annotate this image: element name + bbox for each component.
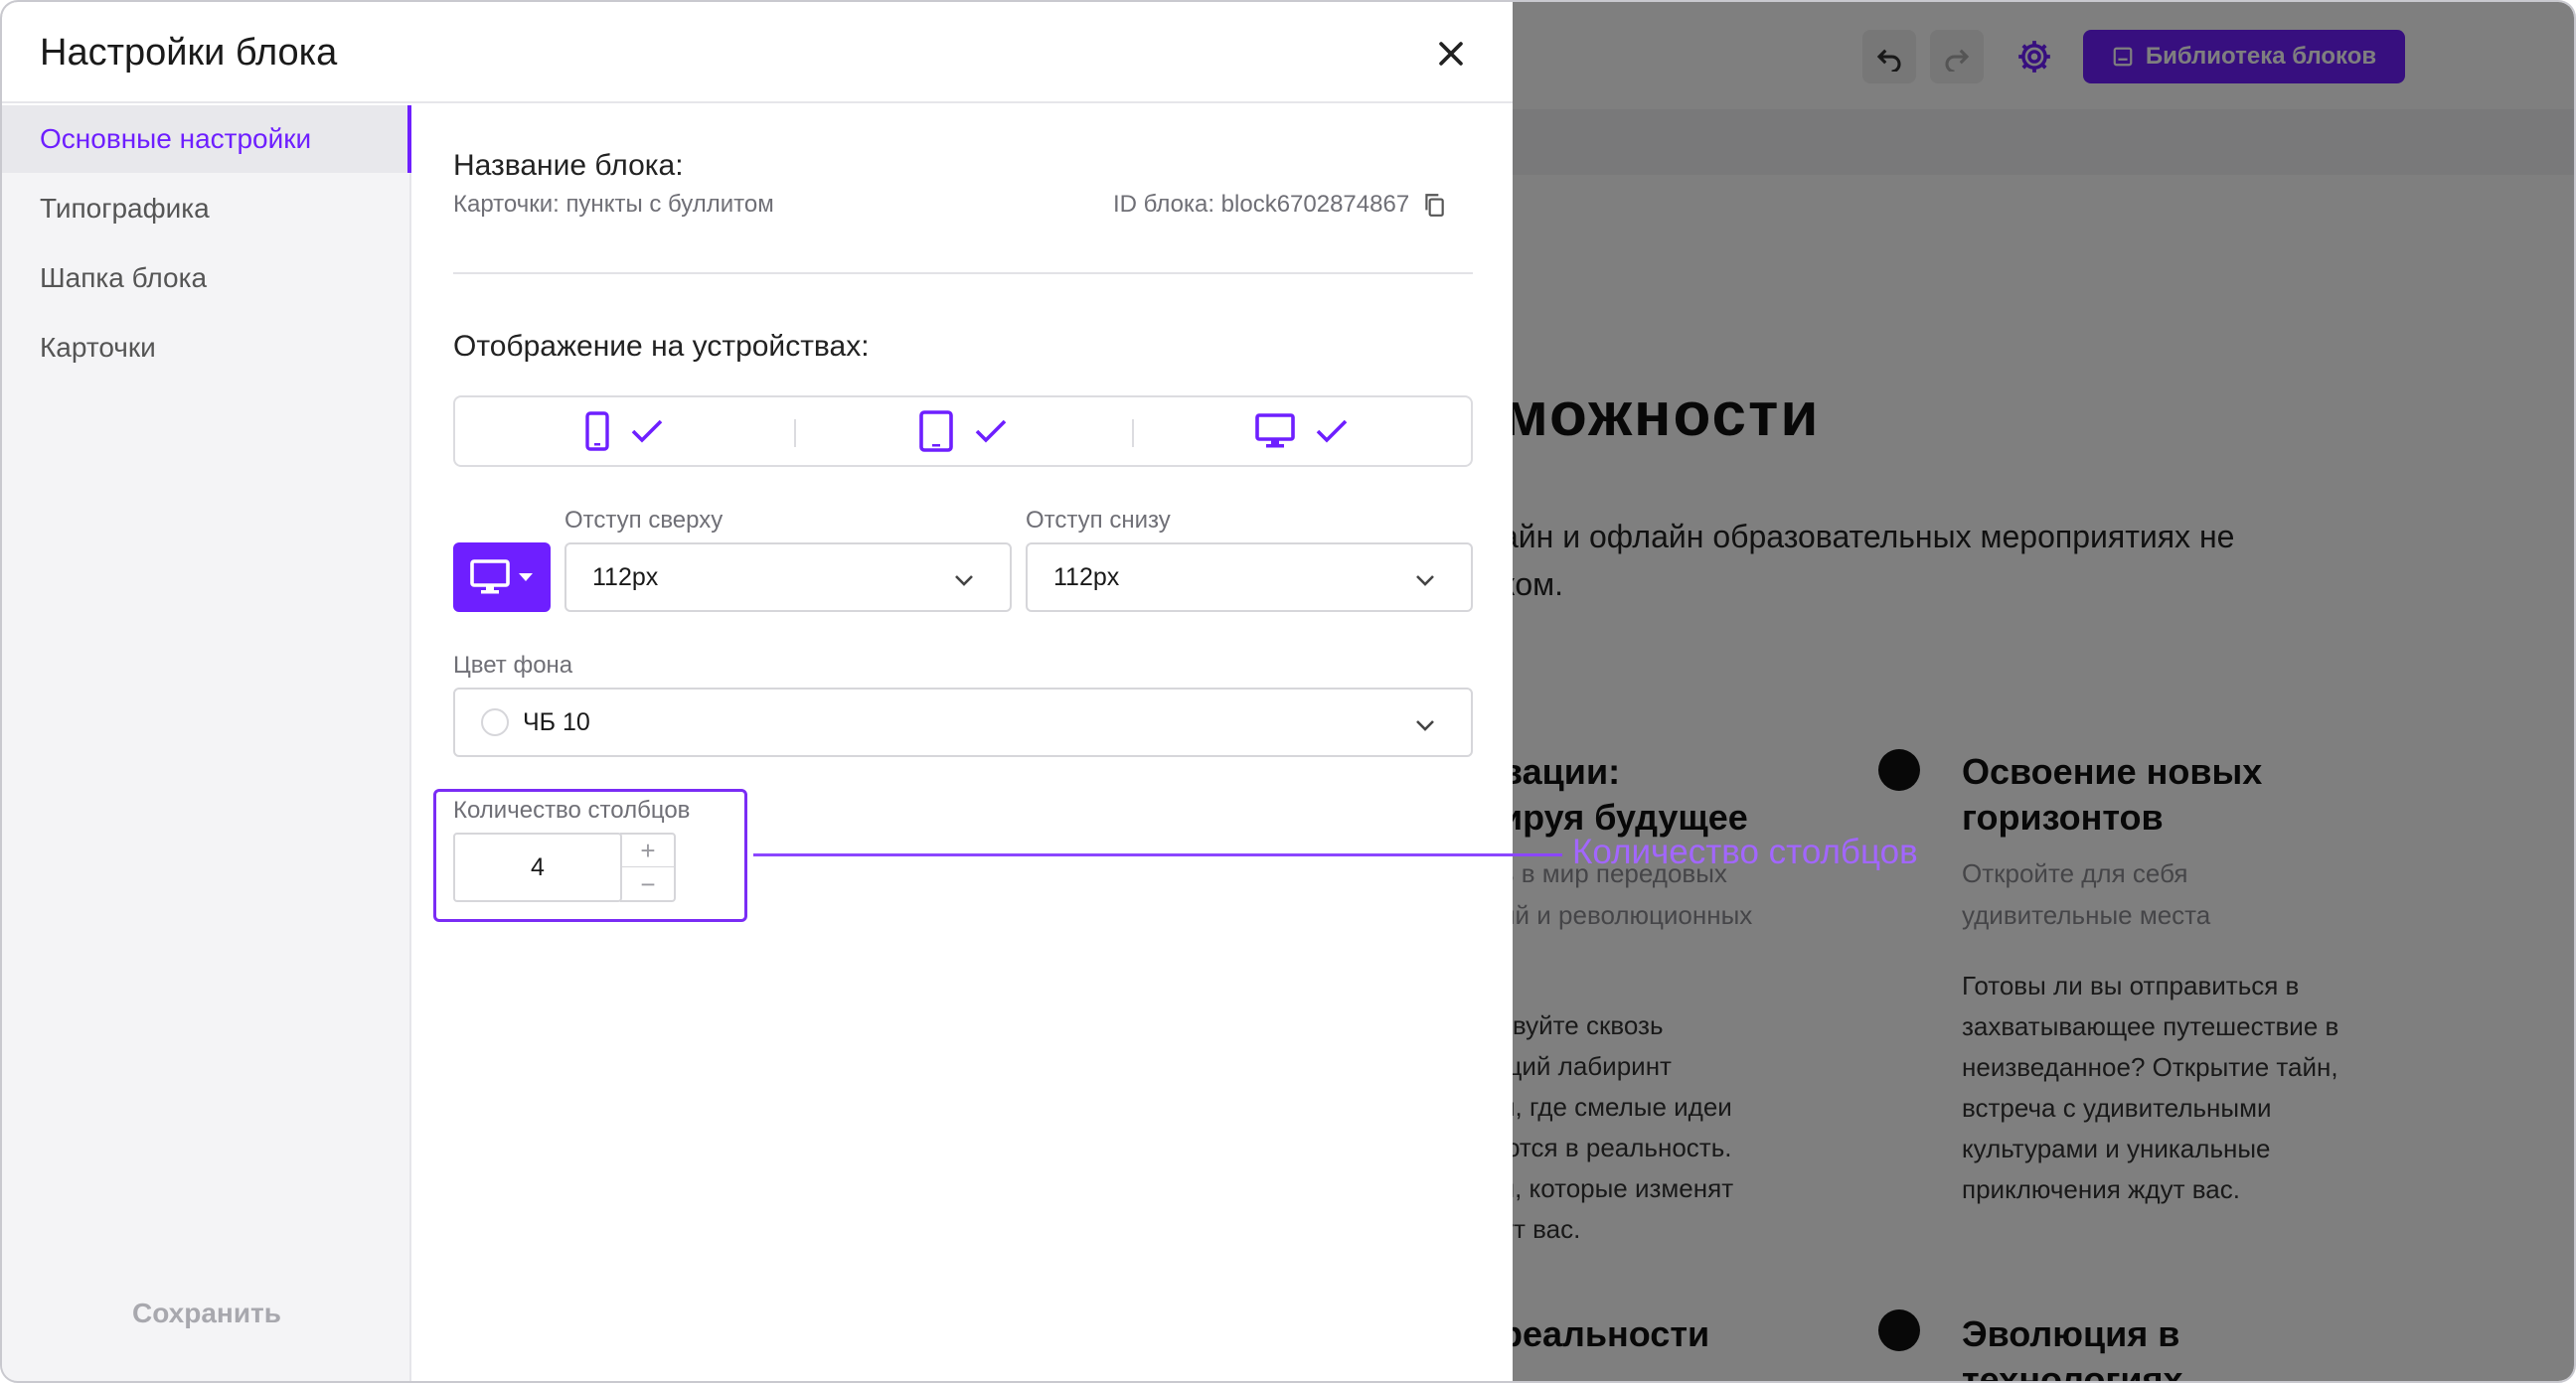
caret-down-icon: [519, 573, 533, 581]
close-button[interactable]: [1425, 28, 1477, 79]
padding-top-label: Отступ сверху: [564, 507, 724, 534]
phone-icon: [585, 411, 610, 451]
sidebar-item-cards[interactable]: Карточки: [2, 314, 411, 382]
sidebar-item-typography[interactable]: Типографика: [2, 175, 411, 242]
padding-bottom-select[interactable]: 112px: [1026, 542, 1473, 612]
chevron-down-icon: [1416, 575, 1434, 586]
chevron-down-icon: [1416, 720, 1434, 731]
close-icon: [1439, 42, 1463, 66]
save-button[interactable]: Сохранить: [2, 1298, 411, 1329]
devices-label: Отображение на устройствах:: [453, 330, 870, 363]
device-phone-toggle[interactable]: [455, 397, 794, 465]
check-icon: [632, 419, 663, 443]
settings-sidebar: Основные настройки Типографика Шапка бло…: [2, 105, 411, 1381]
device-select-button[interactable]: [453, 542, 551, 612]
divider: [453, 272, 1473, 274]
settings-content: Название блока: Карточки: пункты с булли…: [413, 105, 1513, 1381]
padding-top-value: 112px: [592, 562, 659, 591]
block-name-value: Карточки: пункты с буллитом: [453, 191, 774, 218]
padding-bottom-label: Отступ снизу: [1026, 507, 1171, 534]
sidebar-item-block-header[interactable]: Шапка блока: [2, 244, 411, 312]
app-window: Библиотека блоков можности айн и офлайн …: [0, 0, 2576, 1383]
block-name-label: Название блока:: [453, 149, 684, 182]
desktop-icon: [470, 559, 510, 594]
color-swatch: [481, 708, 509, 736]
chevron-down-icon: [955, 575, 973, 586]
copy-icon[interactable]: [1421, 192, 1447, 218]
columns-highlight-box: [433, 789, 747, 922]
check-icon: [1316, 419, 1347, 443]
tablet-icon: [919, 410, 953, 452]
modal-header: Настройки блока: [2, 2, 1513, 103]
padding-bottom-value: 112px: [1053, 562, 1120, 591]
padding-top-select[interactable]: 112px: [564, 542, 1012, 612]
annotation-line: [753, 853, 1562, 856]
device-tablet-toggle[interactable]: [793, 397, 1133, 465]
annotation-label: Количество столбцов: [1572, 833, 1918, 871]
bg-color-select[interactable]: ЧБ 10: [453, 688, 1473, 757]
block-id: ID блока: block6702874867: [1113, 191, 1447, 219]
bg-color-label: Цвет фона: [453, 652, 573, 679]
sidebar-item-main-settings[interactable]: Основные настройки: [2, 105, 411, 173]
bg-color-value: ЧБ 10: [523, 707, 590, 736]
device-desktop-toggle[interactable]: [1132, 397, 1471, 465]
device-visibility-toggle: [453, 395, 1473, 467]
check-icon: [975, 419, 1007, 443]
block-id-label: ID блока: block6702874867: [1113, 191, 1410, 218]
desktop-icon: [1254, 413, 1295, 448]
modal-title: Настройки блока: [40, 32, 338, 74]
block-settings-modal: Настройки блока Основные настройки Типог…: [2, 2, 1513, 1381]
